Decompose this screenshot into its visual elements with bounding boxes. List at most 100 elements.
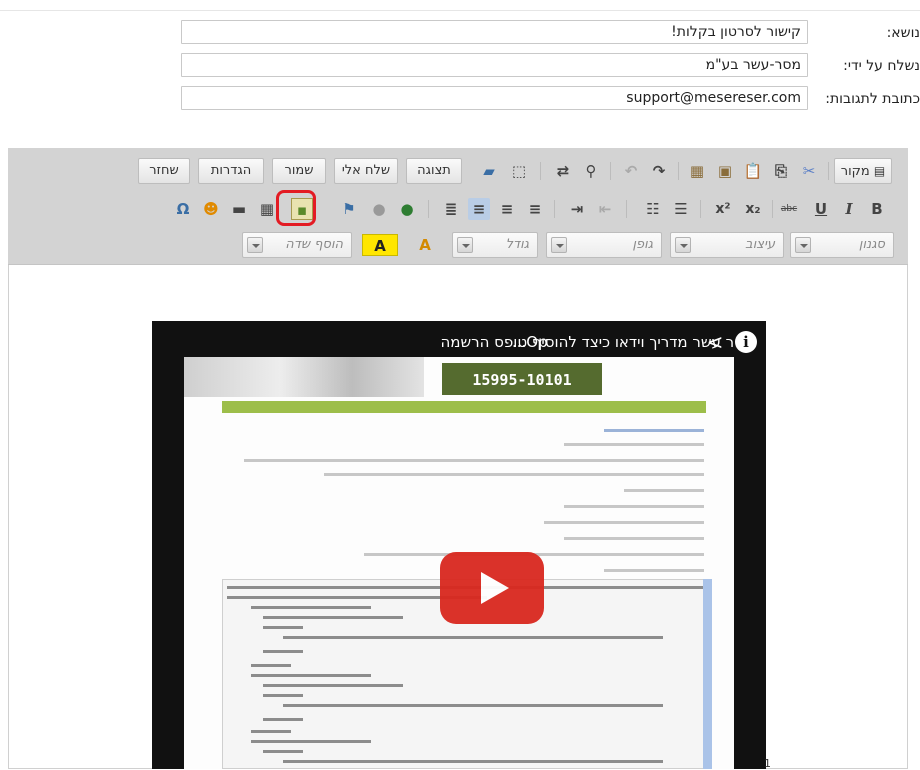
chevron-down-icon xyxy=(457,237,473,253)
video-text-line xyxy=(564,537,704,540)
outdent-icon[interactable]: ⇤ xyxy=(594,198,616,220)
subject-label: נושא: xyxy=(886,25,920,41)
source-button[interactable]: ▤ מקור xyxy=(834,158,892,184)
table-icon[interactable]: ▦ xyxy=(256,198,278,220)
video-frame: 15995-10101 xyxy=(184,357,734,769)
image-button-highlight xyxy=(276,190,316,226)
subject-row: קישור לסרטון בקלות! נושא: xyxy=(0,20,920,46)
video-text-line xyxy=(544,521,704,524)
toolbar-separator xyxy=(828,162,829,180)
video-code-scrollbar xyxy=(703,579,712,769)
paste-word-icon[interactable]: ▦ xyxy=(686,160,708,182)
bulleted-list-icon[interactable]: ☰ xyxy=(670,198,692,220)
chevron-down-icon xyxy=(247,237,263,253)
page-number: 1 xyxy=(764,757,771,770)
video-player[interactable]: מסר עשר מדריך וידאו כיצד להוסיף טופס הרש… xyxy=(152,321,766,769)
background-color-icon[interactable]: A xyxy=(362,234,398,256)
save-button[interactable]: שמור xyxy=(272,158,326,184)
chevron-down-icon xyxy=(551,237,567,253)
align-center-icon[interactable]: ≡ xyxy=(496,198,518,220)
chevron-down-icon xyxy=(675,237,691,253)
format-combo-label: עיצוב xyxy=(745,237,775,252)
undo-icon[interactable]: ↶ xyxy=(620,160,642,182)
chevron-down-icon xyxy=(795,237,811,253)
size-combo-label: גודל xyxy=(505,237,529,252)
toolbar-separator xyxy=(554,200,555,218)
info-icon[interactable]: i xyxy=(735,331,757,353)
font-combo[interactable]: גופן xyxy=(546,232,662,258)
preview-button[interactable]: תצוגה xyxy=(406,158,462,184)
link-icon[interactable]: ● xyxy=(396,198,418,220)
horizontal-line-icon[interactable]: ▬ xyxy=(228,198,250,220)
strikethrough-icon[interactable]: abc xyxy=(778,198,800,220)
toolbar-separator xyxy=(678,162,679,180)
top-divider xyxy=(0,10,920,11)
video-header-photo xyxy=(184,357,424,397)
indent-icon[interactable]: ⇥ xyxy=(566,198,588,220)
reply-to-input[interactable]: support@mesereser.com xyxy=(181,86,808,110)
video-text-line xyxy=(324,473,704,476)
reply-to-row: support@mesereser.com כתובת לתגובות: xyxy=(0,86,920,112)
sender-input[interactable]: מסר-עשר בע"מ xyxy=(181,53,808,77)
toolbar-row-2: B I U abc x₂ x² ☰ ☷ ⇤ ⇥ ≡ ≡ ≡ ≣ ● ● ⚑ ▪ … xyxy=(8,192,908,226)
toolbar-separator xyxy=(540,162,541,180)
video-nav-bar xyxy=(222,401,706,413)
video-text-line xyxy=(624,489,704,492)
video-text-line xyxy=(604,429,704,432)
video-banner: 15995-10101 xyxy=(442,363,602,395)
reply-to-label: כתובת לתגובות: xyxy=(825,91,920,107)
video-text-line xyxy=(244,459,704,462)
format-combo[interactable]: עיצוב xyxy=(670,232,784,258)
replace-icon[interactable]: ⇄ xyxy=(552,160,574,182)
find-icon[interactable]: ⚲ xyxy=(580,160,602,182)
cut-icon[interactable]: ✂ xyxy=(798,160,820,182)
align-left-icon[interactable]: ≡ xyxy=(468,198,490,220)
toolbar-separator xyxy=(700,200,701,218)
special-char-icon[interactable]: Ω xyxy=(172,198,194,220)
video-text-line xyxy=(564,505,704,508)
align-right-icon[interactable]: ≡ xyxy=(524,198,546,220)
editor-toolbar: ▤ מקור ✂ ⎘ 📋 ▣ ▦ ↷ ↶ ⚲ ⇄ ⬚ ▰ תצוגה שלח א… xyxy=(8,148,908,265)
size-combo[interactable]: גודל xyxy=(452,232,538,258)
sender-row: מסר-עשר בע"מ נשלח על ידי: xyxy=(0,53,920,79)
superscript-icon[interactable]: x² xyxy=(712,198,734,220)
play-icon[interactable] xyxy=(440,552,544,624)
italic-icon[interactable]: I xyxy=(838,198,860,220)
toolbar-row-1: ▤ מקור ✂ ⎘ 📋 ▣ ▦ ↷ ↶ ⚲ ⇄ ⬚ ▰ תצוגה שלח א… xyxy=(8,154,908,188)
font-combo-label: גופן xyxy=(632,237,653,252)
numbered-list-icon[interactable]: ☷ xyxy=(642,198,664,220)
paste-text-icon[interactable]: ▣ xyxy=(714,160,736,182)
text-color-icon[interactable]: A xyxy=(410,234,440,256)
video-text-line xyxy=(564,443,704,446)
add-field-combo[interactable]: הוסף שדה xyxy=(242,232,352,258)
style-combo[interactable]: סגנון xyxy=(790,232,894,258)
toolbar-separator xyxy=(772,200,773,218)
copy-icon[interactable]: ⎘ xyxy=(770,160,792,182)
toolbar-row-3: סגנון עיצוב גופן גודל A A הוסף שדה xyxy=(8,228,908,262)
select-all-icon[interactable]: ⬚ xyxy=(508,160,530,182)
anchor-icon[interactable]: ⚑ xyxy=(338,198,360,220)
bold-icon[interactable]: B xyxy=(866,198,888,220)
sender-label: נשלח על ידי: xyxy=(843,58,920,74)
restore-button[interactable]: שחזר xyxy=(138,158,190,184)
justify-icon[interactable]: ≣ xyxy=(440,198,462,220)
source-label: מקור xyxy=(840,164,870,179)
underline-icon[interactable]: U xyxy=(810,198,832,220)
eraser-icon[interactable]: ▰ xyxy=(478,160,500,182)
redo-icon[interactable]: ↷ xyxy=(648,160,670,182)
unlink-icon[interactable]: ● xyxy=(368,198,390,220)
video-text-line xyxy=(604,569,704,572)
smiley-icon[interactable]: ☻ xyxy=(200,198,222,220)
subscript-icon[interactable]: x₂ xyxy=(742,198,764,220)
source-icon: ▤ xyxy=(873,164,886,178)
style-combo-label: סגנון xyxy=(858,237,885,252)
toolbar-separator xyxy=(626,200,627,218)
send-to-me-button[interactable]: שלח אלי xyxy=(334,158,398,184)
subject-input[interactable]: קישור לסרטון בקלות! xyxy=(181,20,808,44)
settings-button[interactable]: הגדרות xyxy=(198,158,264,184)
toolbar-separator xyxy=(428,200,429,218)
paste-icon[interactable]: 📋 xyxy=(742,160,764,182)
share-icon[interactable]: < xyxy=(704,331,726,353)
add-field-combo-label: הוסף שדה xyxy=(285,237,343,252)
toolbar-separator xyxy=(610,162,611,180)
